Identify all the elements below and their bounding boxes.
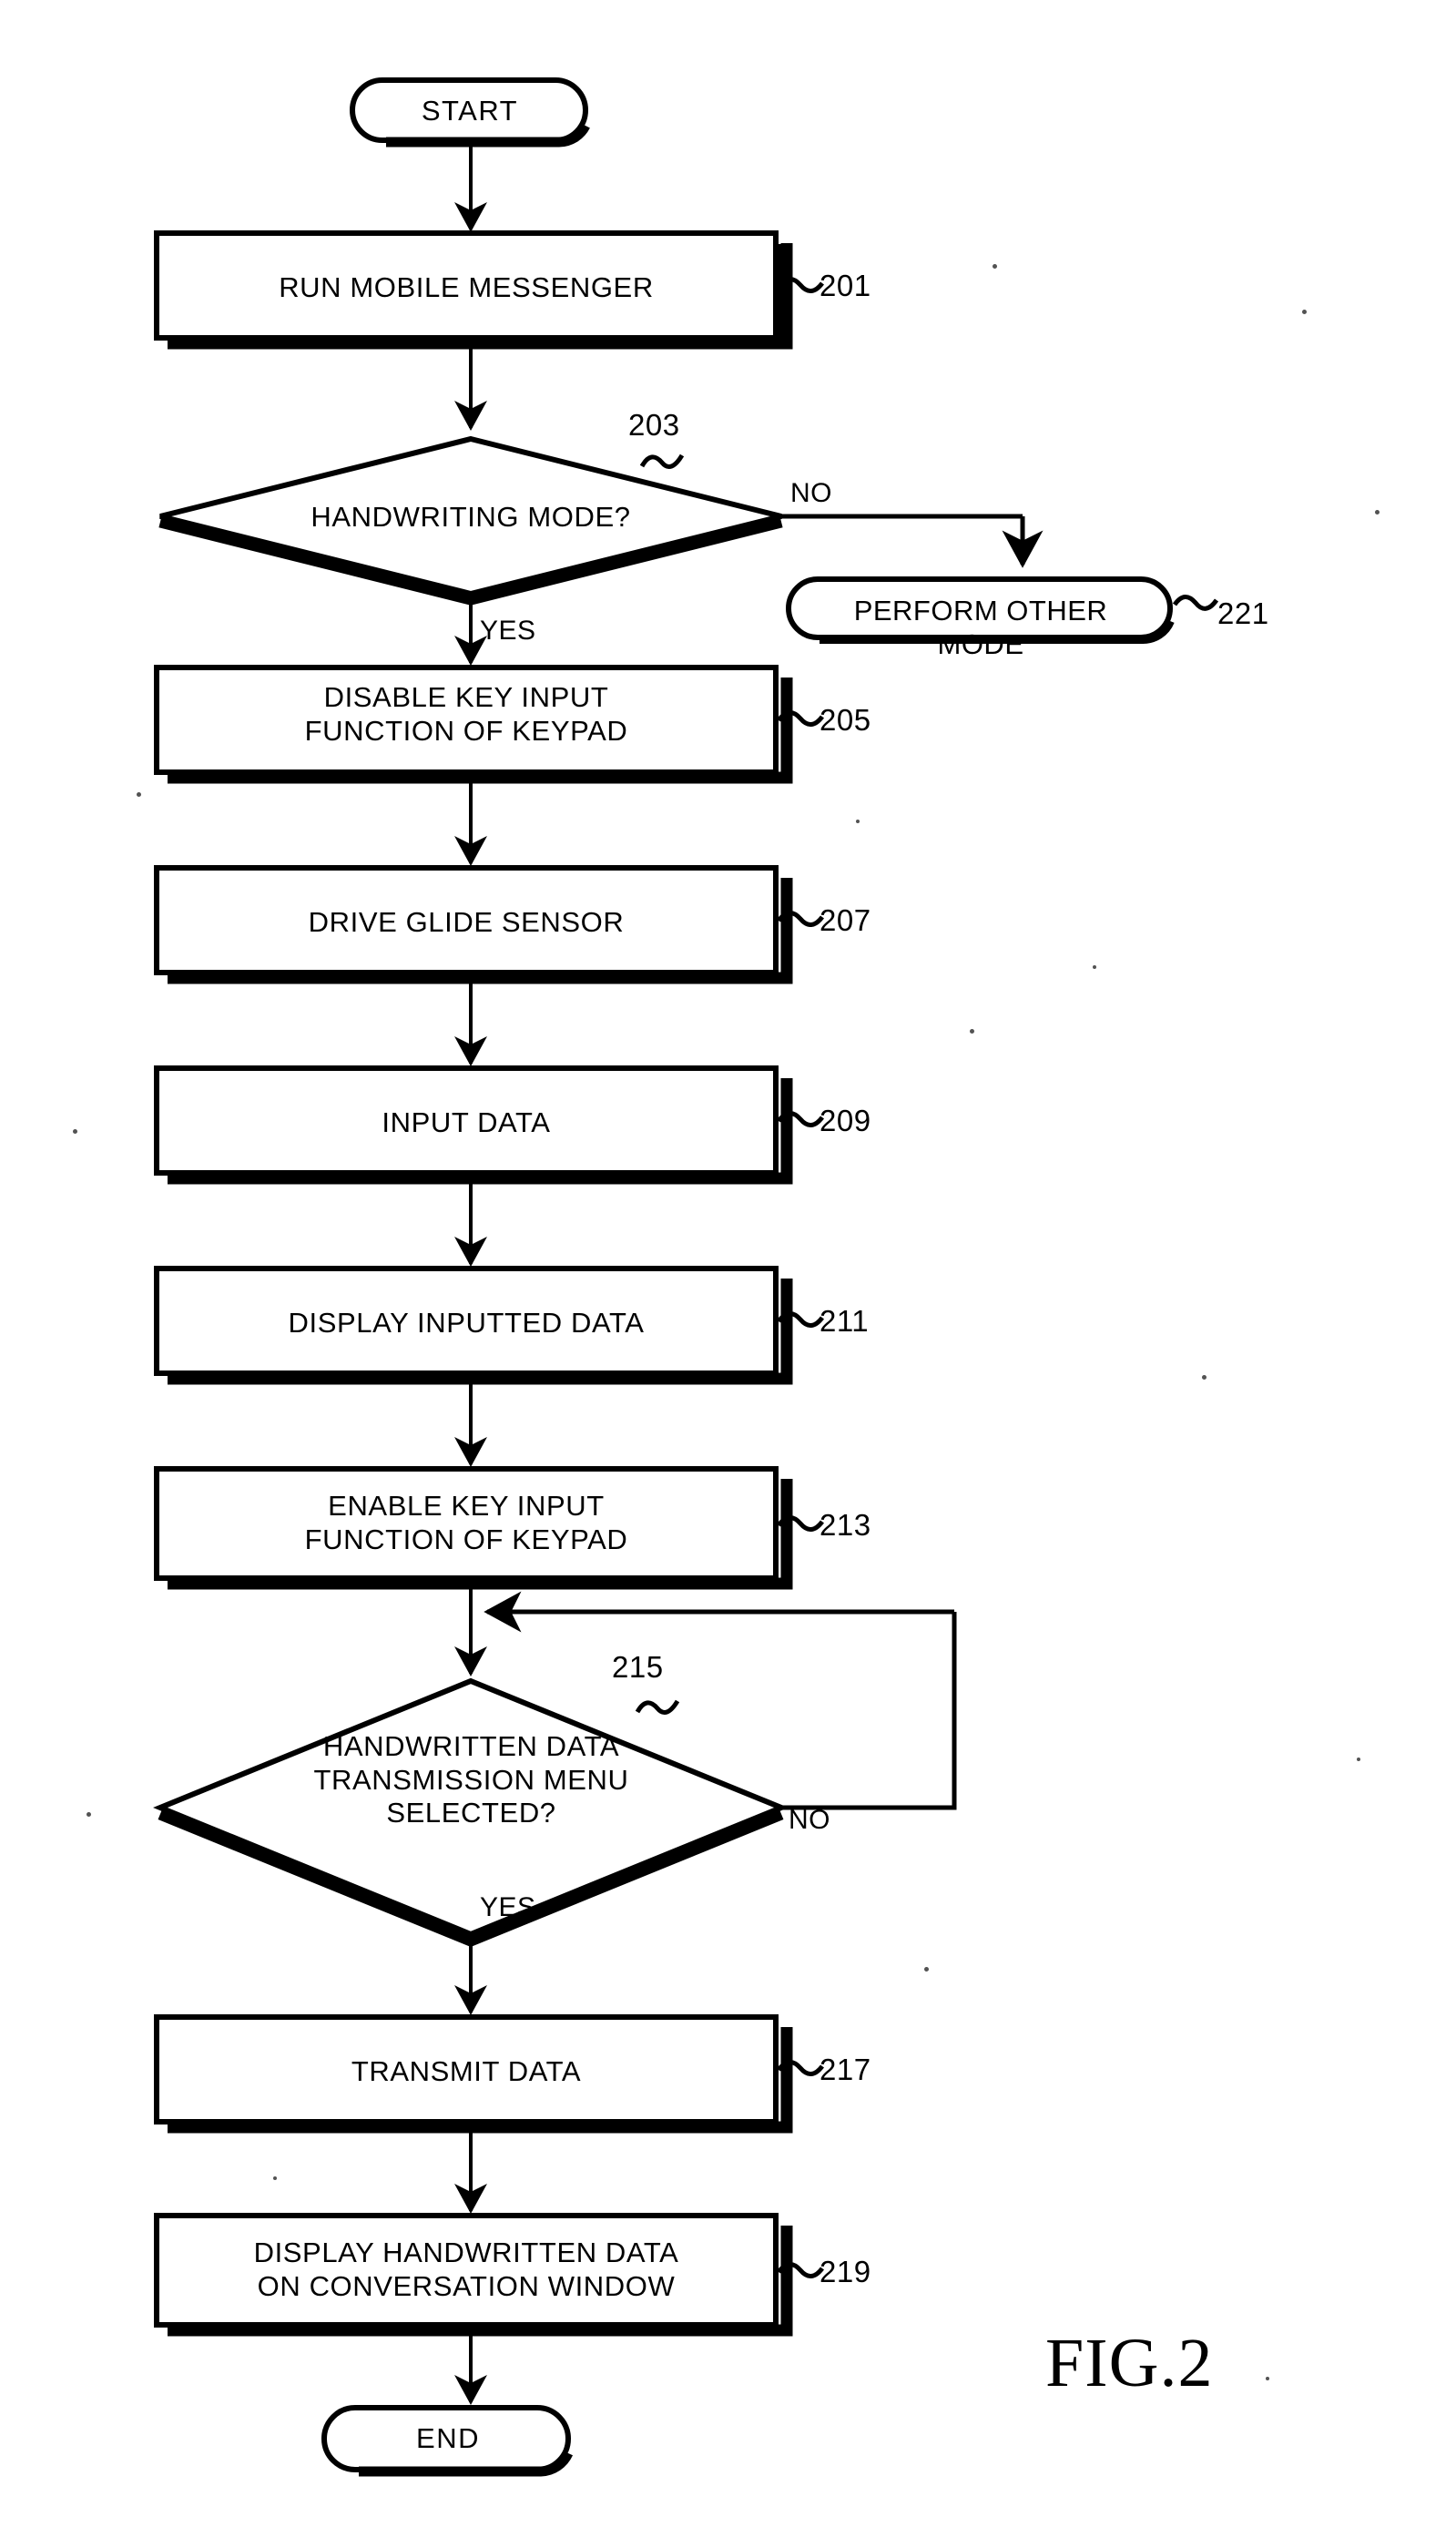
scan-speck (73, 1129, 77, 1134)
edge-label-no-215: NO (789, 1805, 830, 1835)
ref-207: 207 (820, 903, 871, 937)
ref-211: 211 (820, 1304, 870, 1338)
scan-speck (273, 2176, 277, 2180)
ref-221: 221 (1217, 596, 1269, 630)
scan-speck (87, 1812, 91, 1817)
ref-201: 201 (820, 269, 871, 302)
scan-speck (1266, 2377, 1269, 2380)
scan-speck (1375, 510, 1380, 515)
scan-speck (970, 1029, 974, 1034)
ref-215: 215 (612, 1650, 664, 1684)
scan-speck (137, 792, 141, 797)
scan-speck (1093, 965, 1096, 969)
ref-217: 217 (820, 2053, 871, 2086)
edge-label-yes-215: YES (480, 1892, 536, 1922)
ref-205: 205 (820, 703, 871, 737)
ref-203: 203 (628, 408, 680, 442)
scan-speck (993, 264, 997, 269)
ref-213: 213 (820, 1508, 871, 1542)
ref-219: 219 (820, 2255, 871, 2288)
scan-speck (1357, 1758, 1360, 1761)
scan-speck (924, 1967, 929, 1972)
edge-label-no-203: NO (790, 478, 832, 508)
scan-speck (856, 820, 860, 823)
edge-label-yes-203: YES (480, 616, 536, 646)
figure-page: START RUN MOBILE MESSENGER 201 HANDWRITI… (0, 0, 1456, 2527)
scan-speck (1302, 310, 1307, 314)
ref-209: 209 (820, 1104, 871, 1137)
flowchart-canvas (153, 77, 1219, 2477)
scan-speck (1202, 1375, 1207, 1380)
figure-caption: FIG.2 (1045, 2325, 1214, 2401)
